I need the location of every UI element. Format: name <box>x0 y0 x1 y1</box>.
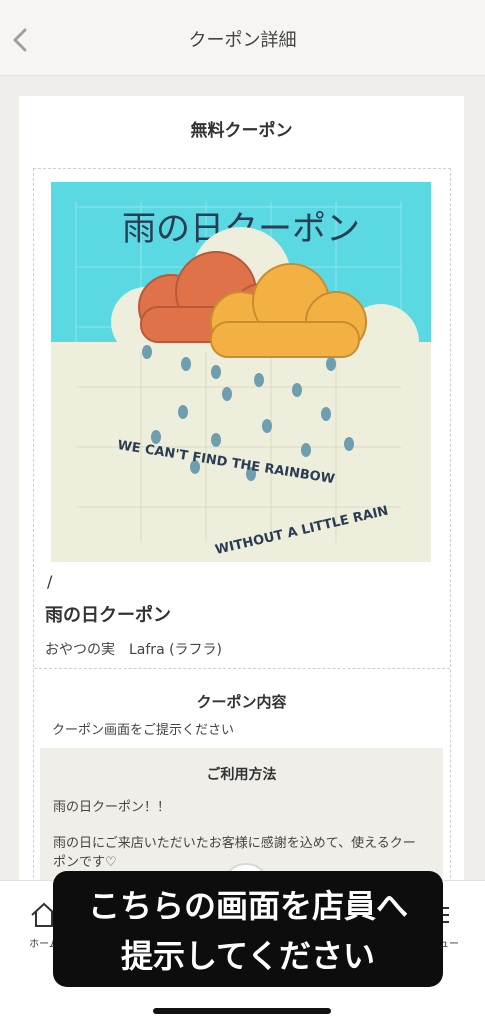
overlay-line-1: こちらの画面を店員へ <box>87 887 408 925</box>
page-title: クーポン詳細 <box>188 30 297 51</box>
top-navigation-bar: クーポン詳細 <box>0 0 485 76</box>
instruction-overlay: こちらの画面を店員へ 提示してください <box>53 871 443 987</box>
coupon-name: 雨の日クーポン <box>45 605 171 626</box>
coupon-content-heading: クーポン内容 <box>196 693 287 711</box>
coupon-image: 雨の日クーポン <box>51 182 431 562</box>
coupon-type-title: 無料クーポン <box>190 121 293 141</box>
coupon-card: 無料クーポン 雨の日クーポン <box>19 96 464 928</box>
shop-name: おやつの実 Lafra (ラフラ) <box>45 642 223 658</box>
home-indicator[interactable] <box>153 1008 331 1014</box>
usage-heading: ご利用方法 <box>206 767 277 783</box>
coupon-content-text: クーポン画面をご提示ください <box>52 723 235 738</box>
overlay-line-2: 提示してください <box>120 937 376 975</box>
dashed-divider <box>34 668 450 669</box>
slash-text: / <box>47 572 53 591</box>
usage-line-1: 雨の日クーポン！！ <box>53 800 171 815</box>
